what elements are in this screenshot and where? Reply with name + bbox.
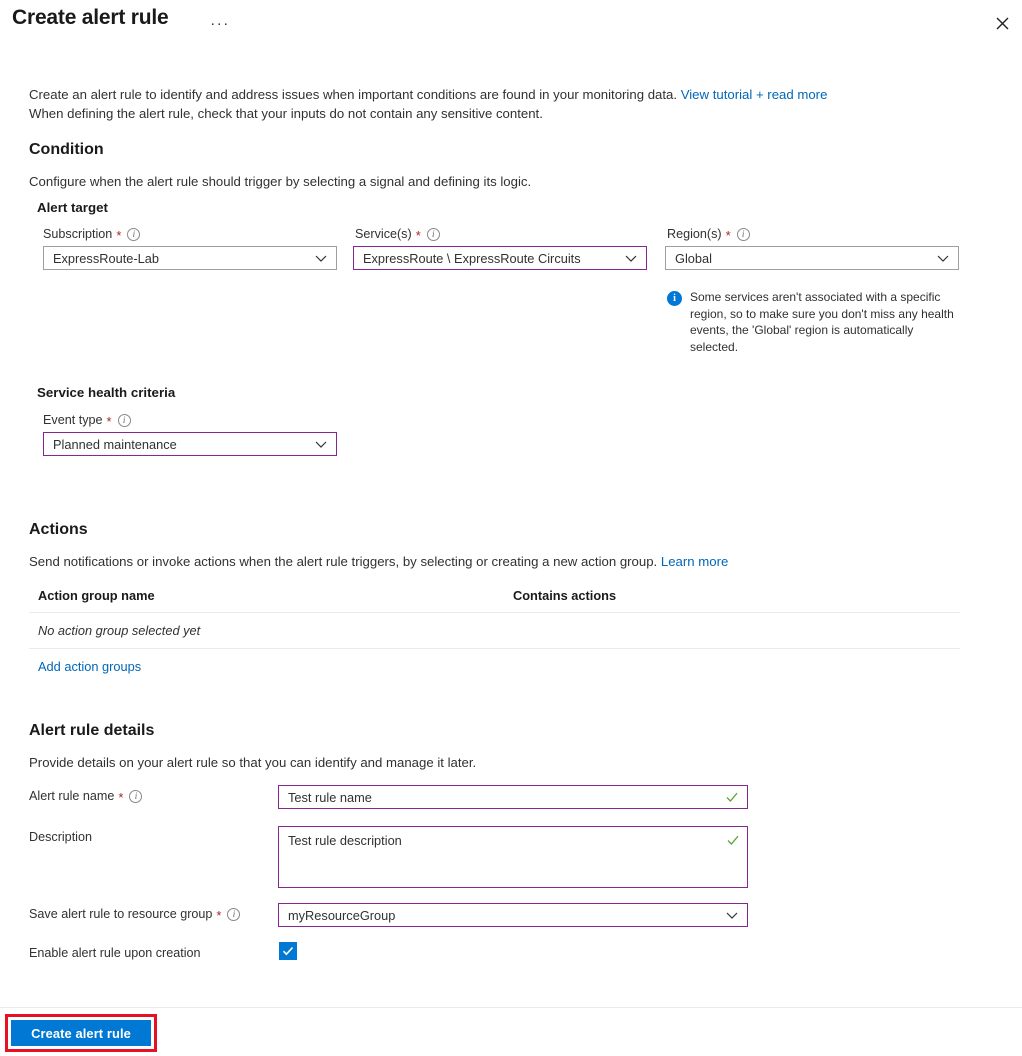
alert-target-subtitle: Alert target [37, 200, 108, 215]
table-row: No action group selected yet [29, 613, 960, 649]
event-type-dropdown[interactable]: Planned maintenance [43, 432, 337, 456]
column-header-action-group-name: Action group name [38, 588, 155, 603]
description-label: Description [29, 830, 92, 844]
chevron-down-icon [937, 255, 949, 262]
service-health-criteria-subtitle: Service health criteria [37, 385, 176, 400]
more-options-icon[interactable]: ··· [207, 13, 233, 35]
services-label: Service(s) * i [355, 227, 440, 243]
description-label-text: Description [29, 830, 92, 844]
learn-more-link[interactable]: Learn more [661, 554, 728, 569]
chevron-down-icon [625, 255, 637, 262]
chevron-down-icon [726, 912, 738, 919]
required-asterisk: * [725, 227, 731, 243]
alert-rule-name-label-text: Alert rule name [29, 789, 115, 803]
event-type-value: Planned maintenance [53, 436, 177, 452]
alert-rule-details-section-title: Alert rule details [29, 722, 155, 739]
action-groups-table: Action group name Contains actions No ac… [29, 588, 960, 676]
dialog-header: Create alert rule ··· [0, 0, 1022, 46]
enable-rule-label-text: Enable alert rule upon creation [29, 946, 201, 960]
intro-text-line2: When defining the alert rule, check that… [29, 106, 543, 121]
table-header-row: Action group name Contains actions [29, 588, 960, 613]
info-icon[interactable]: i [129, 789, 143, 803]
actions-description-text: Send notifications or invoke actions whe… [29, 554, 661, 569]
event-type-label-text: Event type [43, 413, 103, 427]
column-header-contains-actions: Contains actions [513, 588, 617, 603]
create-alert-rule-button[interactable]: Create alert rule [11, 1020, 151, 1046]
resource-group-value: myResourceGroup [288, 907, 396, 923]
region-info-callout: i Some services aren't associated with a… [667, 289, 957, 355]
info-filled-icon: i [667, 291, 682, 306]
regions-value: Global [675, 250, 712, 266]
required-asterisk: * [106, 413, 112, 429]
regions-dropdown[interactable]: Global [665, 246, 959, 270]
subscription-label-text: Subscription [43, 227, 113, 241]
checkmark-icon [282, 947, 294, 956]
info-icon[interactable]: i [117, 413, 131, 427]
valid-check-icon [726, 792, 738, 802]
description-value: Test rule description [288, 833, 402, 848]
valid-check-icon [727, 835, 739, 845]
intro-text-line1: Create an alert rule to identify and add… [29, 87, 681, 102]
info-icon[interactable]: i [426, 227, 440, 241]
chevron-down-icon [315, 441, 327, 448]
view-tutorial-link[interactable]: View tutorial + read more [681, 87, 828, 102]
subscription-value: ExpressRoute-Lab [53, 250, 159, 266]
enable-rule-label: Enable alert rule upon creation [29, 946, 201, 960]
required-asterisk: * [116, 227, 122, 243]
add-action-groups-link[interactable]: Add action groups [29, 649, 141, 674]
required-asterisk: * [415, 227, 421, 243]
services-value: ExpressRoute \ ExpressRoute Circuits [363, 250, 581, 266]
resource-group-dropdown[interactable]: myResourceGroup [278, 903, 748, 927]
info-icon[interactable]: i [736, 227, 750, 241]
regions-label: Region(s) * i [667, 227, 750, 243]
alert-rule-name-value: Test rule name [288, 789, 372, 805]
chevron-down-icon [315, 255, 327, 262]
services-dropdown[interactable]: ExpressRoute \ ExpressRoute Circuits [353, 246, 647, 270]
info-icon[interactable]: i [127, 227, 141, 241]
resource-group-label: Save alert rule to resource group * i [29, 907, 241, 923]
intro-paragraph: Create an alert rule to identify and add… [29, 85, 989, 123]
page-title: Create alert rule [12, 6, 169, 29]
region-info-text: Some services aren't associated with a s… [690, 290, 954, 354]
description-textarea[interactable]: Test rule description [278, 826, 748, 888]
event-type-label: Event type * i [43, 413, 131, 429]
required-asterisk: * [118, 789, 124, 805]
alert-rule-name-label: Alert rule name * i [29, 789, 143, 805]
condition-section-description: Configure when the alert rule should tri… [29, 174, 532, 189]
footer-divider [0, 1007, 1022, 1008]
condition-section-title: Condition [29, 141, 104, 158]
info-icon[interactable]: i [227, 907, 241, 921]
services-label-text: Service(s) [355, 227, 412, 241]
close-icon[interactable] [986, 8, 1018, 38]
subscription-label: Subscription * i [43, 227, 141, 243]
regions-label-text: Region(s) [667, 227, 722, 241]
enable-alert-rule-checkbox[interactable] [279, 942, 297, 960]
empty-state-text: No action group selected yet [38, 623, 201, 638]
alert-rule-details-description: Provide details on your alert rule so th… [29, 755, 477, 770]
actions-section-description: Send notifications or invoke actions whe… [29, 553, 728, 571]
actions-section-title: Actions [29, 521, 88, 538]
required-asterisk: * [216, 907, 222, 923]
resource-group-label-text: Save alert rule to resource group [29, 907, 213, 921]
alert-rule-name-input[interactable]: Test rule name [278, 785, 748, 809]
subscription-dropdown[interactable]: ExpressRoute-Lab [43, 246, 337, 270]
